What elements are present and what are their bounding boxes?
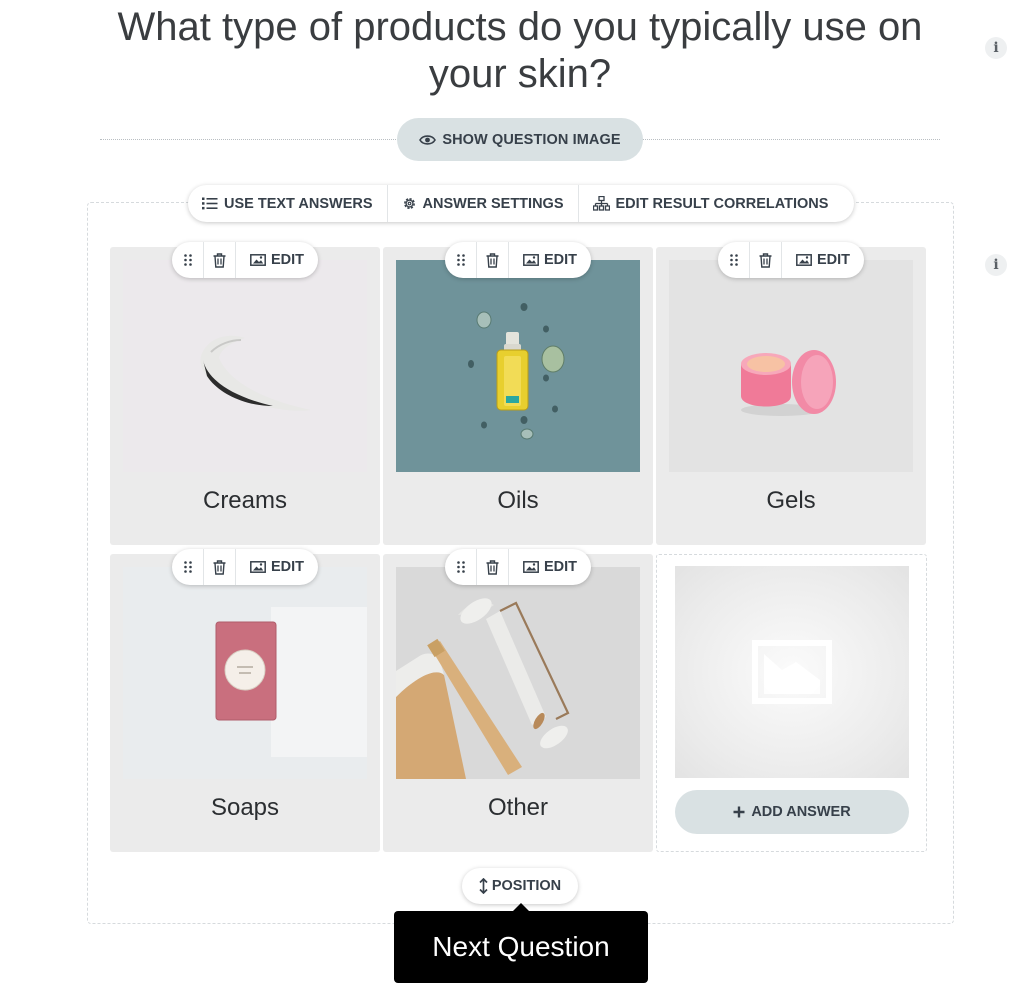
sitemap-icon (592, 196, 610, 211)
info-icon[interactable]: i (985, 37, 1007, 59)
answer-card-toolbar: EDIT (172, 242, 318, 278)
show-question-image-label: SHOW QUESTION IMAGE (442, 131, 621, 148)
answer-card-toolbar: EDIT (172, 549, 318, 585)
vertical-arrows-icon (479, 878, 488, 894)
edit-image-button[interactable]: EDIT (509, 549, 591, 585)
answer-image (669, 260, 913, 472)
gear-icon (403, 198, 415, 209)
list-icon (202, 197, 218, 210)
answer-label[interactable]: Creams (110, 487, 380, 515)
delete-button[interactable] (477, 242, 509, 278)
answer-image (123, 567, 367, 779)
image-icon (250, 254, 266, 266)
drag-handle-icon (456, 254, 465, 266)
use-text-answers-label: USE TEXT ANSWERS (224, 195, 373, 212)
add-answer-button[interactable]: ADD ANSWER (675, 790, 909, 834)
edit-result-correlations-label: EDIT RESULT CORRELATIONS (615, 195, 829, 212)
edit-label: EDIT (543, 252, 578, 268)
answer-label[interactable]: Gels (656, 487, 926, 515)
edit-label: EDIT (270, 559, 305, 575)
trash-icon (486, 559, 499, 575)
use-text-answers-button[interactable]: USE TEXT ANSWERS (188, 185, 388, 222)
drag-handle-icon (729, 254, 738, 266)
image-placeholder-icon (752, 640, 832, 704)
image-icon (523, 561, 539, 573)
edit-image-button[interactable]: EDIT (509, 242, 591, 278)
position-button[interactable]: POSITION (462, 868, 578, 904)
answer-image (396, 567, 640, 779)
question-title: What type of products do you typically u… (117, 5, 923, 96)
answer-card-toolbar: EDIT (445, 242, 591, 278)
image-icon (250, 561, 266, 573)
image-placeholder[interactable] (675, 566, 909, 778)
trash-icon (759, 252, 772, 268)
delete-button[interactable] (204, 242, 236, 278)
next-question-label: Next Question (432, 931, 610, 962)
edit-label: EDIT (270, 252, 305, 268)
delete-button[interactable] (750, 242, 782, 278)
answer-card-soaps[interactable]: Soaps EDIT (110, 549, 380, 852)
eye-icon (419, 134, 437, 145)
drag-handle[interactable] (718, 242, 750, 278)
drag-handle[interactable] (445, 549, 477, 585)
answer-card-gels[interactable]: Gels EDIT (656, 242, 926, 545)
trash-icon (213, 559, 226, 575)
answer-card-toolbar: EDIT (718, 242, 864, 278)
answer-card-toolbar: EDIT (445, 549, 591, 585)
edit-result-correlations-button[interactable]: EDIT RESULT CORRELATIONS (579, 185, 843, 222)
answer-card-creams[interactable]: Creams EDIT (110, 242, 380, 545)
show-question-image-button[interactable]: SHOW QUESTION IMAGE (397, 118, 643, 161)
image-icon (523, 254, 539, 266)
delete-button[interactable] (204, 549, 236, 585)
edit-image-button[interactable]: EDIT (236, 242, 318, 278)
trash-icon (486, 252, 499, 268)
delete-button[interactable] (477, 549, 509, 585)
answer-label[interactable]: Other (383, 794, 653, 822)
answer-label[interactable]: Oils (383, 487, 653, 515)
drag-handle[interactable] (445, 242, 477, 278)
answer-image (123, 260, 367, 472)
drag-handle[interactable] (172, 549, 204, 585)
position-label: POSITION (491, 878, 562, 894)
plus-icon (733, 806, 745, 818)
drag-handle-icon (183, 561, 192, 573)
answer-image (396, 260, 640, 472)
info-icon[interactable]: i (985, 254, 1007, 276)
add-answer-card: ADD ANSWER (656, 554, 927, 852)
next-question-button[interactable]: Next Question (394, 903, 648, 983)
edit-label: EDIT (543, 559, 578, 575)
trash-icon (213, 252, 226, 268)
answer-settings-button[interactable]: ANSWER SETTINGS (388, 185, 579, 222)
answer-card-other[interactable]: Other EDIT (383, 549, 653, 852)
answer-card-oils[interactable]: Oils EDIT (383, 242, 653, 545)
image-icon (796, 254, 812, 266)
drag-handle[interactable] (172, 242, 204, 278)
edit-image-button[interactable]: EDIT (236, 549, 318, 585)
edit-label: EDIT (816, 252, 851, 268)
edit-image-button[interactable]: EDIT (782, 242, 864, 278)
add-answer-label: ADD ANSWER (751, 804, 851, 820)
answer-settings-label: ANSWER SETTINGS (422, 195, 564, 212)
drag-handle-icon (183, 254, 192, 266)
answer-toolbar: USE TEXT ANSWERS ANSWER SETTINGS EDIT RE… (188, 185, 854, 222)
answer-label[interactable]: Soaps (110, 794, 380, 822)
drag-handle-icon (456, 561, 465, 573)
